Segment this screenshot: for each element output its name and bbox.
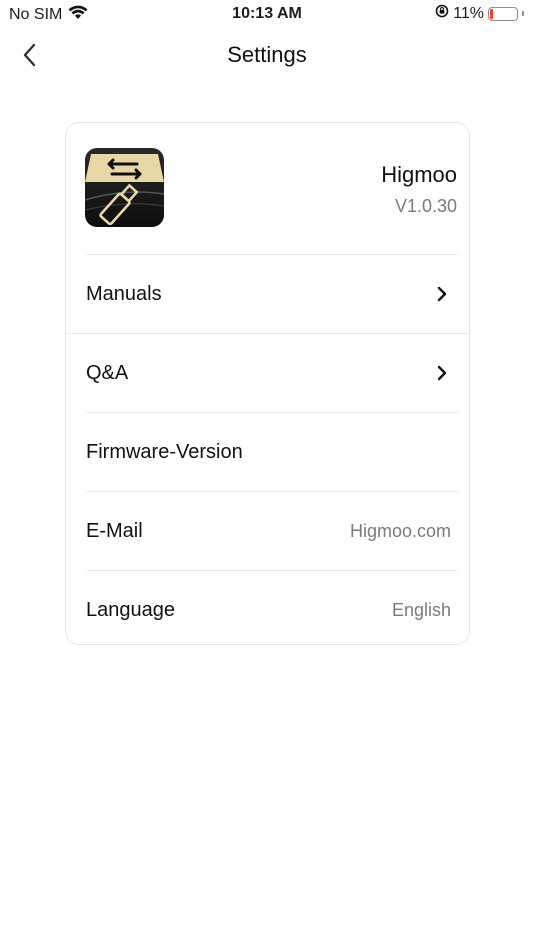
orientation-lock-icon: [435, 4, 449, 23]
chevron-right-icon: [435, 285, 449, 303]
row-manuals[interactable]: Manuals: [66, 255, 469, 333]
app-version: V1.0.30: [394, 196, 457, 216]
settings-card: Higmoo V1.0.30 Manuals Q&A Firmware-Vers…: [65, 122, 470, 645]
app-logo: [85, 148, 164, 227]
row-label: E-Mail: [86, 519, 143, 542]
page-title: Settings: [227, 42, 307, 67]
status-bar: No SIM 10:13 AM 11%: [0, 0, 534, 28]
battery-tip: [522, 11, 524, 16]
row-label: Manuals: [86, 282, 162, 305]
battery-icon: [488, 6, 518, 21]
row-label: Q&A: [86, 361, 129, 384]
row-language[interactable]: Language English: [66, 571, 469, 649]
row-firmware-version[interactable]: Firmware-Version: [66, 413, 469, 491]
language-value: English: [391, 599, 451, 620]
email-value: Higmoo.com: [349, 520, 451, 541]
row-label: Language: [86, 598, 175, 621]
app-info: Higmoo V1.0.30: [66, 123, 469, 254]
battery-percent: 11%: [453, 4, 484, 22]
row-label: Firmware-Version: [86, 440, 243, 463]
chevron-right-icon: [435, 364, 449, 382]
nav-bar: Settings: [0, 30, 534, 80]
row-qa[interactable]: Q&A: [66, 334, 469, 412]
row-email[interactable]: E-Mail Higmoo.com: [66, 492, 469, 570]
app-name: Higmoo: [381, 162, 457, 187]
battery-fill: [490, 8, 493, 19]
status-right: 11%: [435, 4, 524, 23]
